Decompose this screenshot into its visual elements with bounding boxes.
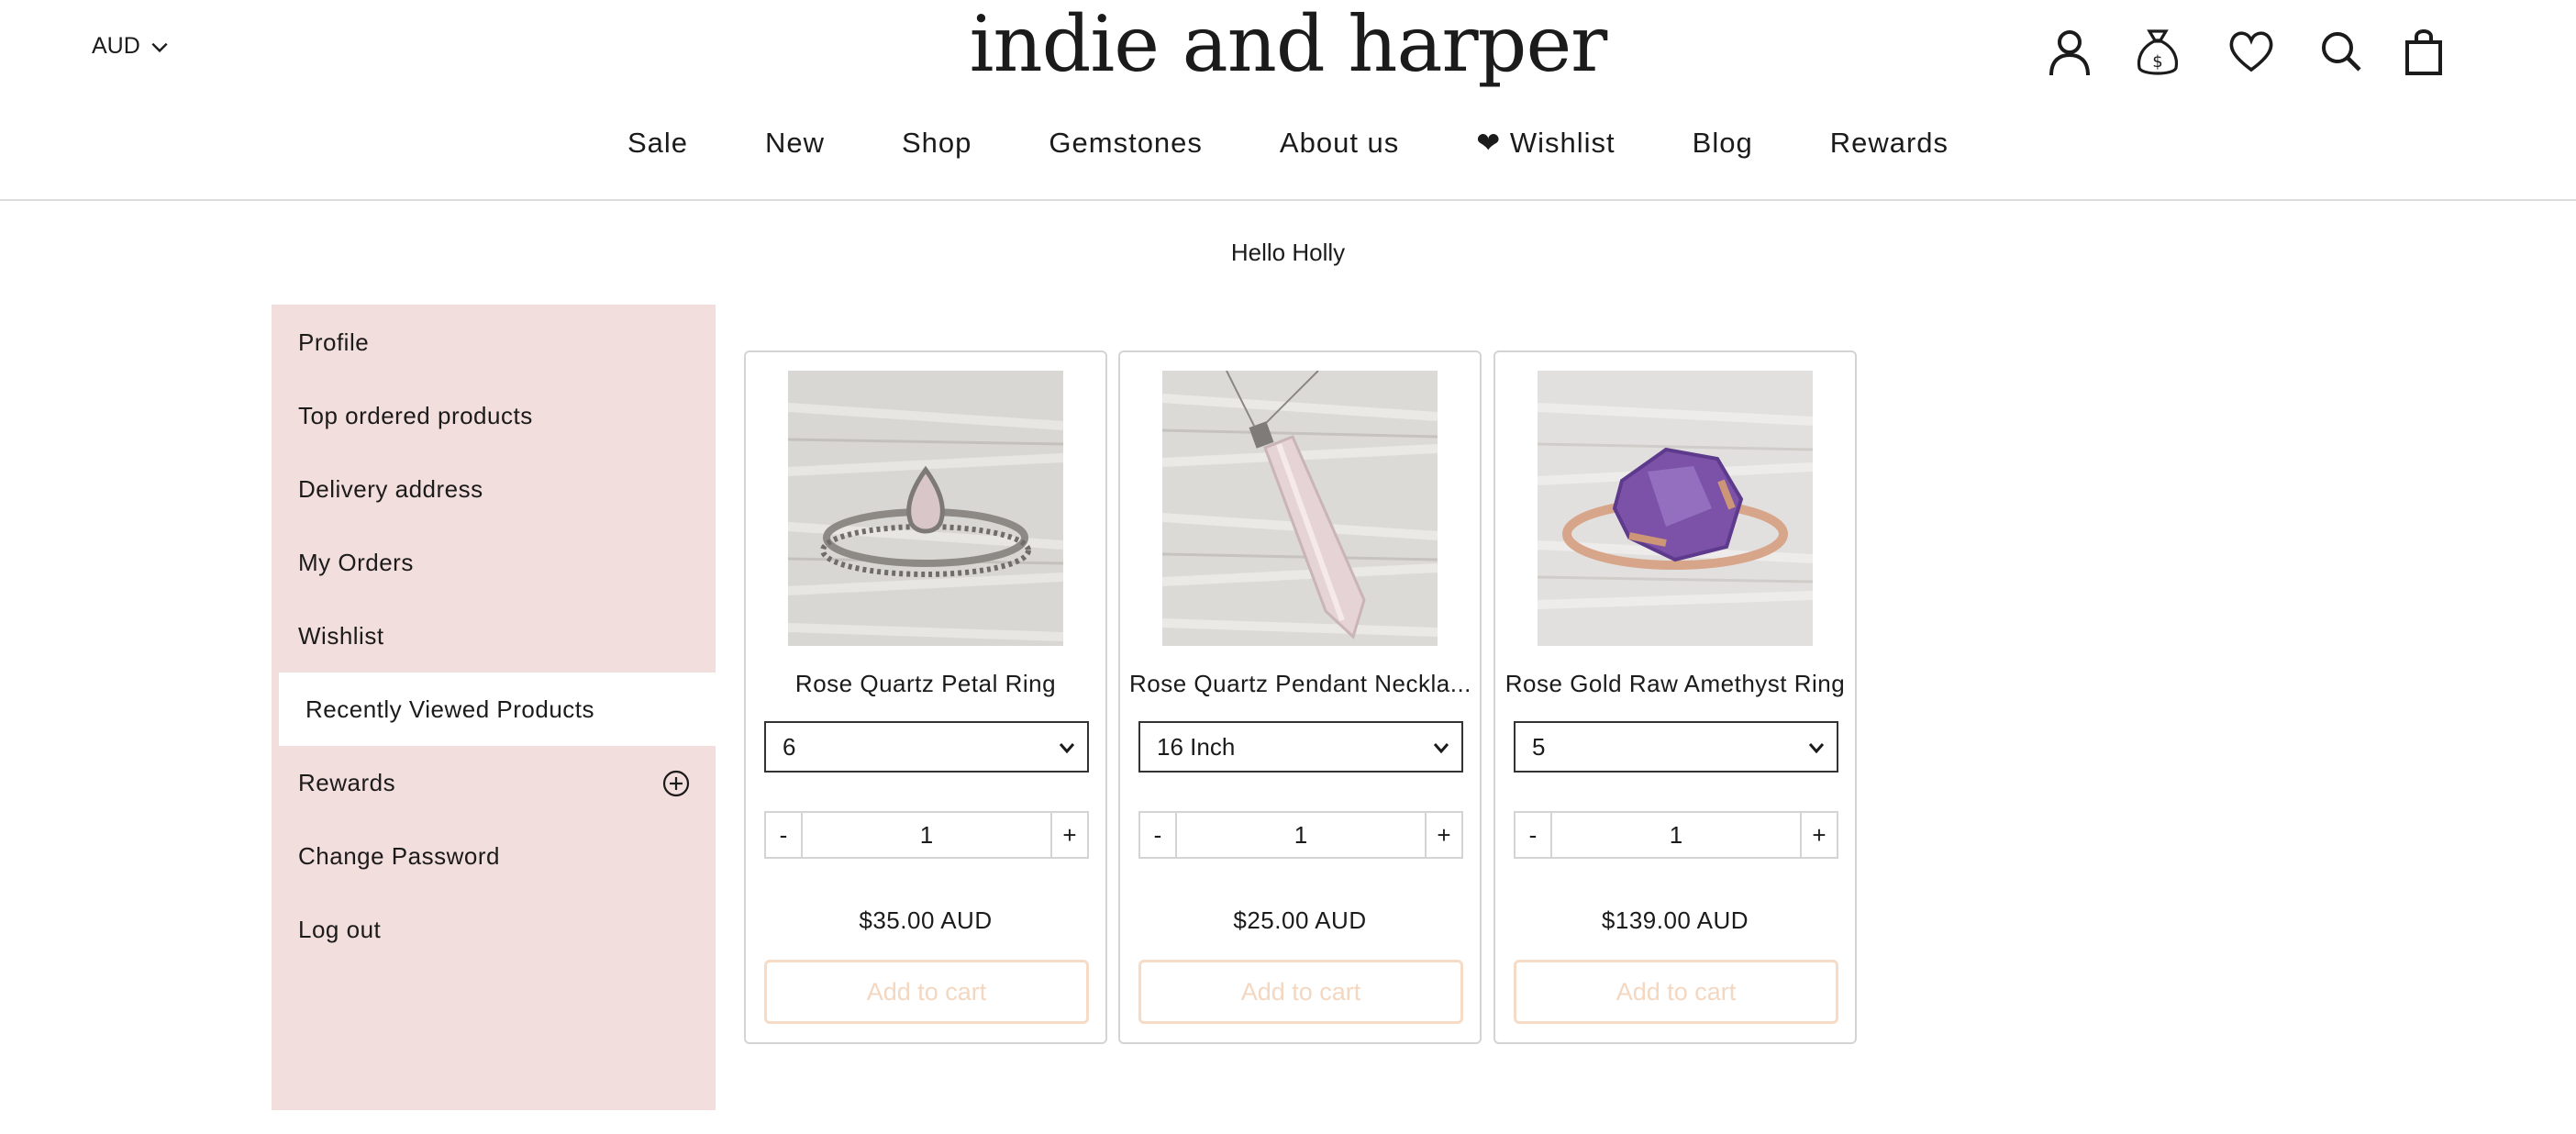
chevron-down-icon (1808, 743, 1825, 754)
greeting: Hello Holly (1230, 239, 1346, 266)
nav-item-rewards[interactable]: Rewards (1830, 127, 1949, 160)
product-title[interactable]: Rose Quartz Pendant Neckla... (1120, 670, 1480, 698)
money-bag-icon[interactable]: $ (2132, 24, 2183, 79)
increase-quantity-button[interactable]: + (1425, 813, 1461, 857)
sidebar-item-profile[interactable]: Profile (272, 306, 716, 379)
product-card: Rose Quartz Petal Ring 6 - 1 + $35.00 AU… (744, 350, 1107, 1044)
account-sidebar: Profile Top ordered products Delivery ad… (272, 305, 716, 1110)
nav-item-gemstones[interactable]: Gemstones (1049, 127, 1203, 160)
decrease-quantity-button[interactable]: - (1140, 813, 1177, 857)
sidebar-item-recently-viewed-products[interactable]: Recently Viewed Products (279, 673, 716, 746)
decrease-quantity-button[interactable]: - (1516, 813, 1552, 857)
shopping-bag-icon[interactable] (2398, 24, 2449, 79)
add-to-cart-button[interactable]: Add to cart (764, 960, 1089, 1024)
add-to-cart-button[interactable]: Add to cart (1138, 960, 1463, 1024)
product-title[interactable]: Rose Gold Raw Amethyst Ring (1495, 670, 1855, 698)
increase-quantity-button[interactable]: + (1800, 813, 1837, 857)
quantity-input[interactable]: 1 (1177, 813, 1425, 857)
quantity-stepper: - 1 + (764, 811, 1089, 859)
header-icons: $ (2026, 24, 2576, 83)
chevron-down-icon (1433, 743, 1449, 754)
svg-text:$: $ (2152, 52, 2162, 72)
product-title[interactable]: Rose Quartz Petal Ring (746, 670, 1105, 698)
sidebar-item-top-ordered-products[interactable]: Top ordered products (272, 379, 716, 452)
chevron-down-icon (1059, 743, 1075, 754)
search-icon[interactable] (2315, 24, 2367, 79)
nav-item-shop[interactable]: Shop (902, 127, 972, 160)
nav-item-about-us[interactable]: About us (1280, 127, 1399, 160)
quantity-stepper: - 1 + (1514, 811, 1838, 859)
sidebar-item-label: Rewards (298, 768, 396, 796)
nav-item-wishlist[interactable]: ❤ Wishlist (1476, 127, 1615, 160)
length-select[interactable]: 16 Inch (1138, 721, 1463, 773)
nav-item-new[interactable]: New (765, 127, 825, 160)
add-to-cart-button[interactable]: Add to cart (1514, 960, 1838, 1024)
product-price: $25.00 AUD (1233, 906, 1367, 934)
account-icon[interactable] (2044, 24, 2095, 79)
size-select-value: 6 (783, 732, 796, 761)
heart-icon[interactable] (2226, 24, 2277, 79)
quantity-stepper: - 1 + (1138, 811, 1463, 859)
decrease-quantity-button[interactable]: - (766, 813, 803, 857)
quantity-input[interactable]: 1 (1552, 813, 1800, 857)
nav-item-sale[interactable]: Sale (627, 127, 688, 160)
size-select[interactable]: 6 (764, 721, 1089, 773)
length-select-value: 16 Inch (1157, 732, 1236, 761)
product-image-rose-gold-raw-amethyst-ring[interactable] (1538, 371, 1813, 646)
site-header: AUD indie and harper $ Sale New Shop Gem… (0, 0, 2576, 201)
nav-item-blog[interactable]: Blog (1693, 127, 1753, 160)
sidebar-item-my-orders[interactable]: My Orders (272, 526, 716, 599)
sidebar-item-delivery-address[interactable]: Delivery address (272, 452, 716, 526)
sidebar-item-log-out[interactable]: Log out (272, 893, 716, 966)
product-image-rose-quartz-pendant-necklace[interactable] (1162, 371, 1438, 646)
main-nav: Sale New Shop Gemstones About us ❤ Wishl… (0, 127, 2576, 160)
sidebar-item-wishlist[interactable]: Wishlist (272, 599, 716, 673)
product-price: $35.00 AUD (859, 906, 993, 934)
size-select[interactable]: 5 (1514, 721, 1838, 773)
quantity-input[interactable]: 1 (803, 813, 1050, 857)
product-card: Rose Gold Raw Amethyst Ring 5 - 1 + $139… (1493, 350, 1857, 1044)
product-price: $139.00 AUD (1601, 906, 1749, 934)
product-image-rose-quartz-petal-ring[interactable] (788, 371, 1063, 646)
sidebar-item-change-password[interactable]: Change Password (272, 819, 716, 893)
size-select-value: 5 (1532, 732, 1546, 761)
sidebar-item-rewards[interactable]: Rewards (272, 746, 716, 819)
increase-quantity-button[interactable]: + (1050, 813, 1087, 857)
product-card: Rose Quartz Pendant Neckla... 16 Inch - … (1118, 350, 1482, 1044)
plus-circle-icon[interactable] (662, 770, 690, 797)
